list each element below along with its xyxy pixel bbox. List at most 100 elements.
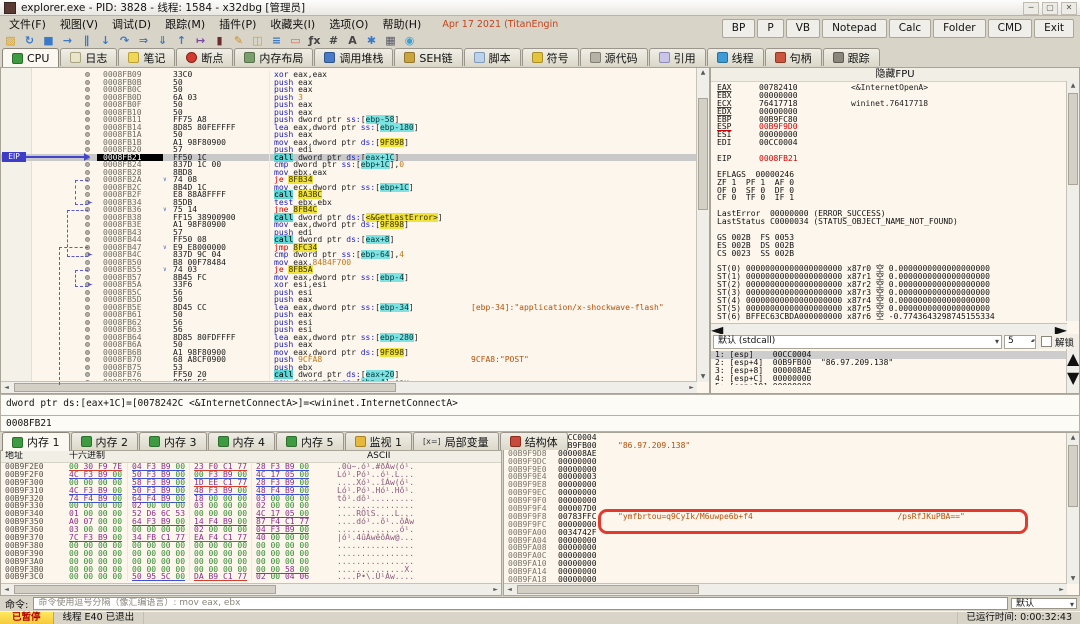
argument-row[interactable]: 5: [esp+10] 00000000 [711,383,1067,385]
quick-button-notepad[interactable]: Notepad [822,19,887,38]
breakpoint-gutter[interactable] [1,79,97,87]
step-into-icon[interactable]: ↓ [98,33,113,48]
stack-panel[interactable]: 00B9F9D000CC000400B9F9D400B9FB00"86.97.2… [503,432,1080,596]
breakpoint-dot-icon[interactable] [85,72,90,77]
tab-dump2[interactable]: 内存 2 [71,432,139,450]
tab-source[interactable]: 源代码 [580,48,648,66]
breakpoint-dot-icon[interactable] [85,87,90,92]
tab-threads[interactable]: 线程 [707,48,764,66]
tab-breakpoints[interactable]: 断点 [176,48,233,66]
register-line[interactable]: EIP0008FB21 [717,155,1065,163]
argument-count-stepper[interactable]: 5 [1004,335,1036,349]
breakpoint-gutter[interactable] [1,101,97,109]
tab-cpu[interactable]: CPU [2,48,59,67]
trace-into-icon[interactable]: ↑ [174,33,189,48]
restart-icon[interactable]: ↻ [22,33,37,48]
breakpoint-gutter[interactable] [1,109,97,117]
register-line[interactable]: EDI00CC0004 [717,139,1065,147]
font-size-icon[interactable]: A [345,33,360,48]
maximize-icon[interactable]: ▢ [1042,2,1058,15]
tab-struct[interactable]: 结构体 [500,432,568,450]
scroll-left-icon[interactable]: ◄ [504,586,515,593]
breakpoint-dot-icon[interactable] [85,140,90,145]
step-over-icon[interactable]: ↷ [117,33,132,48]
preferences-icon[interactable]: ✱ [364,33,379,48]
scroll-up-icon[interactable]: ▲ [697,68,709,78]
eraser-icon[interactable]: ▭ [288,33,303,48]
tab-notes[interactable]: 笔记 [118,48,175,66]
hash-icon[interactable]: # [326,33,341,48]
tab-dump3[interactable]: 内存 3 [139,432,207,450]
animate-over-icon[interactable]: ⇓ [155,33,170,48]
stack-vertical-scrollbar[interactable]: ▲ ▼ [1066,433,1079,584]
tab-references[interactable]: 引用 [649,48,706,66]
breakpoint-dot-icon[interactable] [85,80,90,85]
calling-convention-select[interactable]: 默认 (stdcall) [713,335,1002,349]
scroll-thumb[interactable] [517,585,699,594]
menu-item[interactable]: 收藏夹(I) [263,16,322,32]
fx-icon[interactable]: ƒx [307,33,322,48]
breakpoint-dot-icon[interactable] [85,117,90,122]
tab-dump1[interactable]: 内存 1 [2,432,70,451]
registers-panel[interactable]: 隐藏FPU EAX00782410<&InternetOpenA>EBX0000… [710,67,1080,394]
tab-dump5[interactable]: 内存 5 [276,432,344,450]
tab-handles[interactable]: 句柄 [765,48,822,66]
register-line[interactable]: LastStatus C0000034 (STATUS_OBJECT_NAME_… [717,218,1065,226]
menu-item[interactable]: 选项(O) [322,16,375,32]
run-icon[interactable]: → [60,33,75,48]
register-line[interactable]: CF 0 TF 0 IF 1 [717,194,1065,202]
quick-button-bp[interactable]: BP [722,19,756,38]
disasm-horizontal-scrollbar[interactable]: ◄ ► [1,381,697,393]
scroll-up-icon[interactable]: ▲ [1067,433,1079,443]
scroll-down-icon[interactable]: ▼ [1067,574,1079,584]
tab-watch1[interactable]: 监视 1 [345,432,413,450]
tab-memmap[interactable]: 内存布局 [234,48,313,66]
register-line[interactable]: ST(6) BFFEC63CBDA000000000 x87r6 空 -0.77… [717,313,1065,321]
menu-item[interactable]: 视图(V) [53,16,105,32]
quick-button-exit[interactable]: Exit [1034,19,1074,38]
scroll-thumb[interactable] [1068,93,1078,185]
breakpoint-dot-icon[interactable] [85,170,90,175]
stop-icon[interactable]: ■ [41,33,56,48]
tab-locals[interactable]: [x=]局部变量 [413,432,499,450]
animate-into-icon[interactable]: ⇒ [136,33,151,48]
quick-button-calc[interactable]: Calc [889,19,931,38]
open-folder-icon[interactable]: ▨ [3,33,18,48]
breakpoint-gutter[interactable] [1,116,97,124]
breakpoint-gutter[interactable] [1,161,97,169]
run-to-user-code-icon[interactable]: ↦ [193,33,208,48]
quick-button-p[interactable]: P [757,19,783,38]
scroll-left-icon[interactable]: ◄ [1,384,12,391]
command-mode-select[interactable]: 默认 [1011,598,1077,609]
scroll-down-icon[interactable]: ▼ [1067,368,1079,387]
breakpoint-dot-icon[interactable] [85,125,90,130]
tab-callstack[interactable]: 调用堆栈 [314,48,393,66]
stack-horizontal-scrollbar[interactable]: ◄ ► [504,583,1067,595]
menu-item[interactable]: 插件(P) [212,16,263,32]
scroll-left-icon[interactable]: ◄ [1,586,12,593]
tab-trace[interactable]: 跟踪 [823,48,880,66]
command-input[interactable]: 命令使用逗号分隔（像汇编语言）: mov eax, ebx [33,597,1008,610]
registers-vertical-scrollbar[interactable]: ▲ [1066,81,1079,321]
breakpoint-gutter[interactable] [1,71,97,79]
unlock-checkbox[interactable] [1041,336,1052,347]
breakpoint-gutter[interactable] [1,86,97,94]
menu-item[interactable]: 调试(D) [105,16,158,32]
tab-script[interactable]: 脚本 [464,48,521,66]
scroll-thumb[interactable] [1068,445,1078,507]
close-icon[interactable]: ✕ [1061,2,1077,15]
scroll-down-icon[interactable]: ▼ [697,372,709,382]
tab-log[interactable]: 日志 [60,48,117,66]
memory-dump-panel[interactable]: 地址 十六进制 ASCII 00B9F2E000 30 F9 7E04 F3 B… [0,450,502,596]
scroll-up-icon[interactable]: ▲ [1067,349,1079,368]
quick-button-folder[interactable]: Folder [933,19,985,38]
arguments-vertical-scrollbar[interactable]: ▲ ▼ [1066,349,1079,393]
scroll-up-icon[interactable]: ▲ [1067,81,1079,91]
help-lamp-icon[interactable]: ◉ [402,33,417,48]
breakpoint-gutter[interactable] [1,124,97,132]
disasm-vertical-scrollbar[interactable]: ▲ ▼ [696,68,709,382]
breakpoint-gutter[interactable] [1,131,97,139]
breakpoint-dot-icon[interactable] [85,162,90,167]
scroll-thumb[interactable] [14,585,276,594]
breakpoint-gutter[interactable] [1,169,97,177]
